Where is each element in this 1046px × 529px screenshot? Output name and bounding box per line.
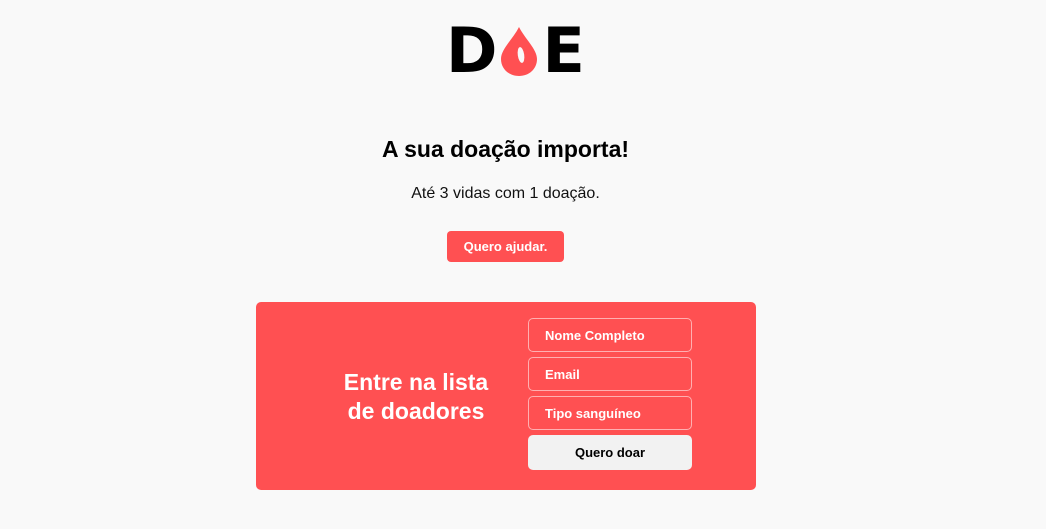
donor-signup-title: Entre na lista de doadores — [326, 368, 506, 426]
email-field[interactable] — [528, 357, 692, 391]
page: D E A sua doação importa! Até 3 vidas co… — [0, 0, 1046, 529]
page-title: A sua doação importa! — [381, 136, 630, 162]
logo: D E — [446, 14, 585, 87]
donor-signup-title-line2: de doadores — [347, 398, 485, 424]
donor-signup-card: Entre na lista de doadores Quero doar — [256, 302, 756, 490]
full-name-field[interactable] — [528, 318, 692, 352]
page-subtitle: Até 3 vidas com 1 doação. — [411, 185, 600, 202]
logo-letter-e: E — [542, 14, 585, 87]
donor-signup-title-line1: Entre na lista — [343, 369, 489, 395]
blood-type-field[interactable] — [528, 396, 692, 430]
donate-button[interactable]: Quero doar — [528, 435, 692, 470]
blood-drop-icon — [499, 25, 539, 77]
help-button[interactable]: Quero ajudar. — [447, 231, 564, 262]
logo-letter-d: D — [446, 14, 498, 87]
